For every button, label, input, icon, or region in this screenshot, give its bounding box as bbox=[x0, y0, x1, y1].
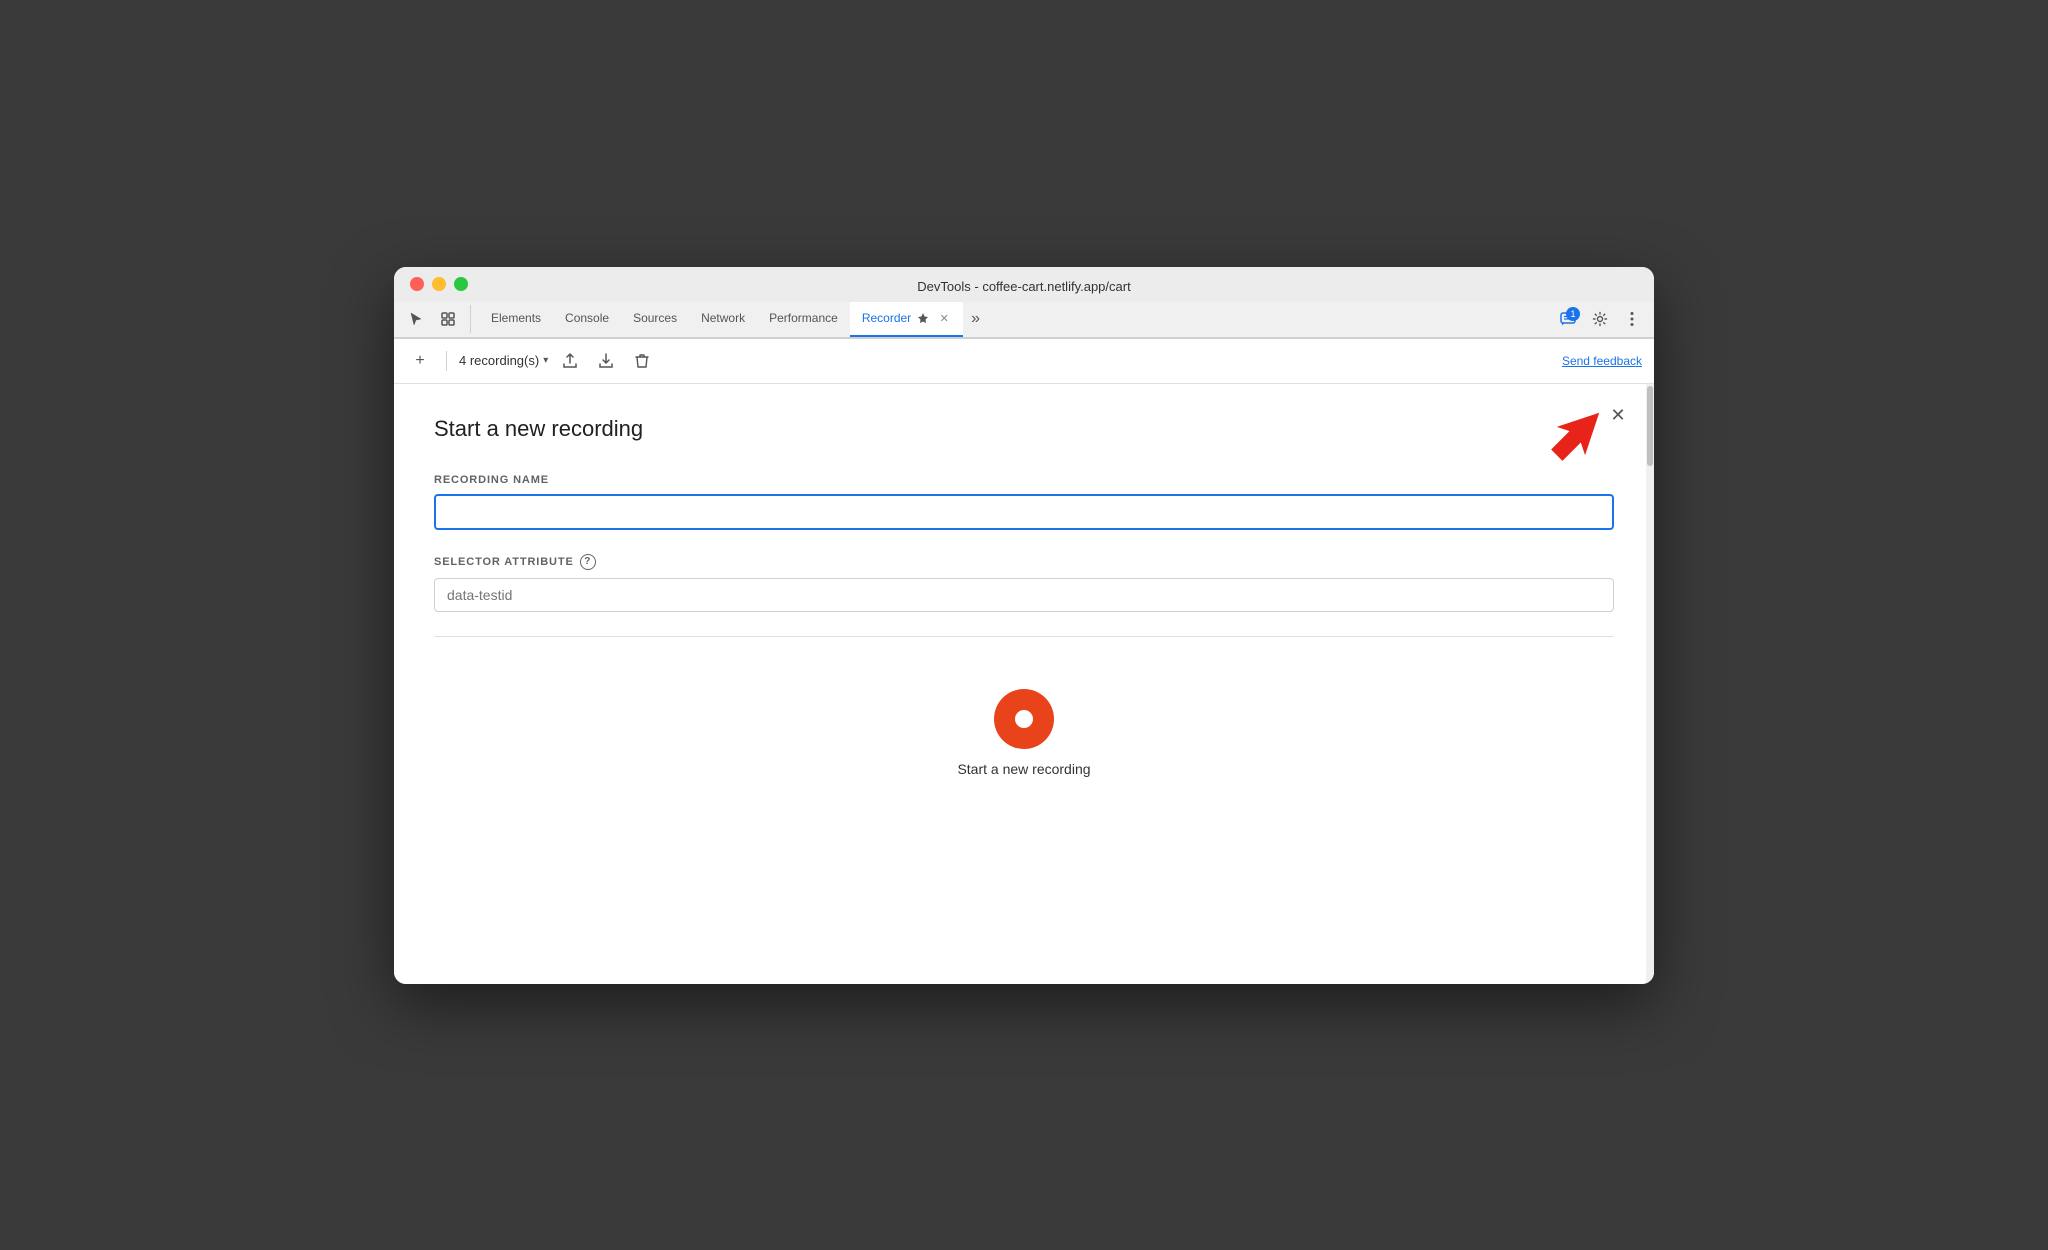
import-icon bbox=[598, 353, 614, 369]
recordings-count-label: 4 recording(s) bbox=[459, 353, 539, 368]
recording-name-group: RECORDING NAME bbox=[434, 474, 1614, 530]
recordings-dropdown[interactable]: 4 recording(s) ▾ bbox=[459, 353, 548, 368]
recorder-content: ✕ Start a new recording RECORDING NAME S… bbox=[394, 384, 1654, 984]
tabs-list: Elements Console Sources Network Perform… bbox=[479, 302, 1554, 337]
import-button[interactable] bbox=[592, 347, 620, 375]
title-bar: DevTools - coffee-cart.netlify.app/cart bbox=[394, 267, 1654, 339]
selector-attribute-label: SELECTOR ATTRIBUTE ? bbox=[434, 554, 1614, 570]
scrollbar-thumb bbox=[1647, 386, 1653, 466]
gear-icon bbox=[1592, 311, 1608, 327]
tab-elements[interactable]: Elements bbox=[479, 302, 553, 337]
toolbar-divider bbox=[446, 351, 447, 371]
devtools-window: DevTools - coffee-cart.netlify.app/cart bbox=[394, 267, 1654, 984]
recorder-toolbar: + 4 recording(s) ▾ Send feedback bbox=[394, 339, 1654, 384]
tab-recorder[interactable]: Recorder ✕ bbox=[850, 302, 963, 337]
recorder-pin-icon bbox=[917, 312, 929, 324]
tab-icons bbox=[402, 305, 471, 333]
add-recording-button[interactable]: + bbox=[406, 347, 434, 375]
title-bar-top: DevTools - coffee-cart.netlify.app/cart bbox=[394, 267, 1654, 302]
maximize-button[interactable] bbox=[454, 277, 468, 291]
tab-performance[interactable]: Performance bbox=[757, 302, 850, 337]
tab-actions-right: 1 bbox=[1554, 305, 1646, 333]
export-button[interactable] bbox=[556, 347, 584, 375]
tab-console[interactable]: Console bbox=[553, 302, 621, 337]
record-area: Start a new recording bbox=[434, 669, 1614, 797]
recording-name-input[interactable] bbox=[434, 494, 1614, 530]
devtools-tabs: Elements Console Sources Network Perform… bbox=[394, 302, 1654, 338]
window-title: DevTools - coffee-cart.netlify.app/cart bbox=[917, 279, 1130, 294]
selector-attribute-input[interactable] bbox=[434, 578, 1614, 612]
inspect-icon bbox=[440, 311, 456, 327]
cursor-icon-btn[interactable] bbox=[402, 305, 430, 333]
more-options-button[interactable] bbox=[1618, 305, 1646, 333]
form-divider bbox=[434, 636, 1614, 637]
help-icon[interactable]: ? bbox=[580, 554, 596, 570]
more-tabs-btn[interactable]: » bbox=[963, 302, 988, 337]
inspect-icon-btn[interactable] bbox=[434, 305, 462, 333]
dropdown-arrow-icon: ▾ bbox=[543, 355, 548, 366]
tab-network[interactable]: Network bbox=[689, 302, 757, 337]
window-controls bbox=[410, 277, 468, 291]
selector-attribute-group: SELECTOR ATTRIBUTE ? bbox=[434, 554, 1614, 612]
feedback-button[interactable]: 1 bbox=[1554, 305, 1582, 333]
tab-sources[interactable]: Sources bbox=[621, 302, 689, 337]
record-label: Start a new recording bbox=[957, 761, 1090, 777]
feedback-badge: 1 bbox=[1566, 307, 1580, 321]
recording-name-label: RECORDING NAME bbox=[434, 474, 1614, 486]
close-button[interactable] bbox=[410, 277, 424, 291]
trash-icon bbox=[635, 353, 649, 369]
delete-button[interactable] bbox=[628, 347, 656, 375]
form-close-button[interactable]: ✕ bbox=[1606, 404, 1630, 428]
export-icon bbox=[562, 353, 578, 369]
record-btn-inner bbox=[1015, 710, 1033, 728]
settings-button[interactable] bbox=[1586, 305, 1614, 333]
tab-close-recorder[interactable]: ✕ bbox=[937, 311, 951, 325]
scrollbar[interactable] bbox=[1646, 384, 1654, 984]
send-feedback-link[interactable]: Send feedback bbox=[1562, 354, 1642, 368]
more-vertical-icon bbox=[1630, 311, 1634, 327]
minimize-button[interactable] bbox=[432, 277, 446, 291]
start-recording-button[interactable] bbox=[994, 689, 1054, 749]
form-title: Start a new recording bbox=[434, 416, 1614, 442]
cursor-icon bbox=[408, 311, 424, 327]
